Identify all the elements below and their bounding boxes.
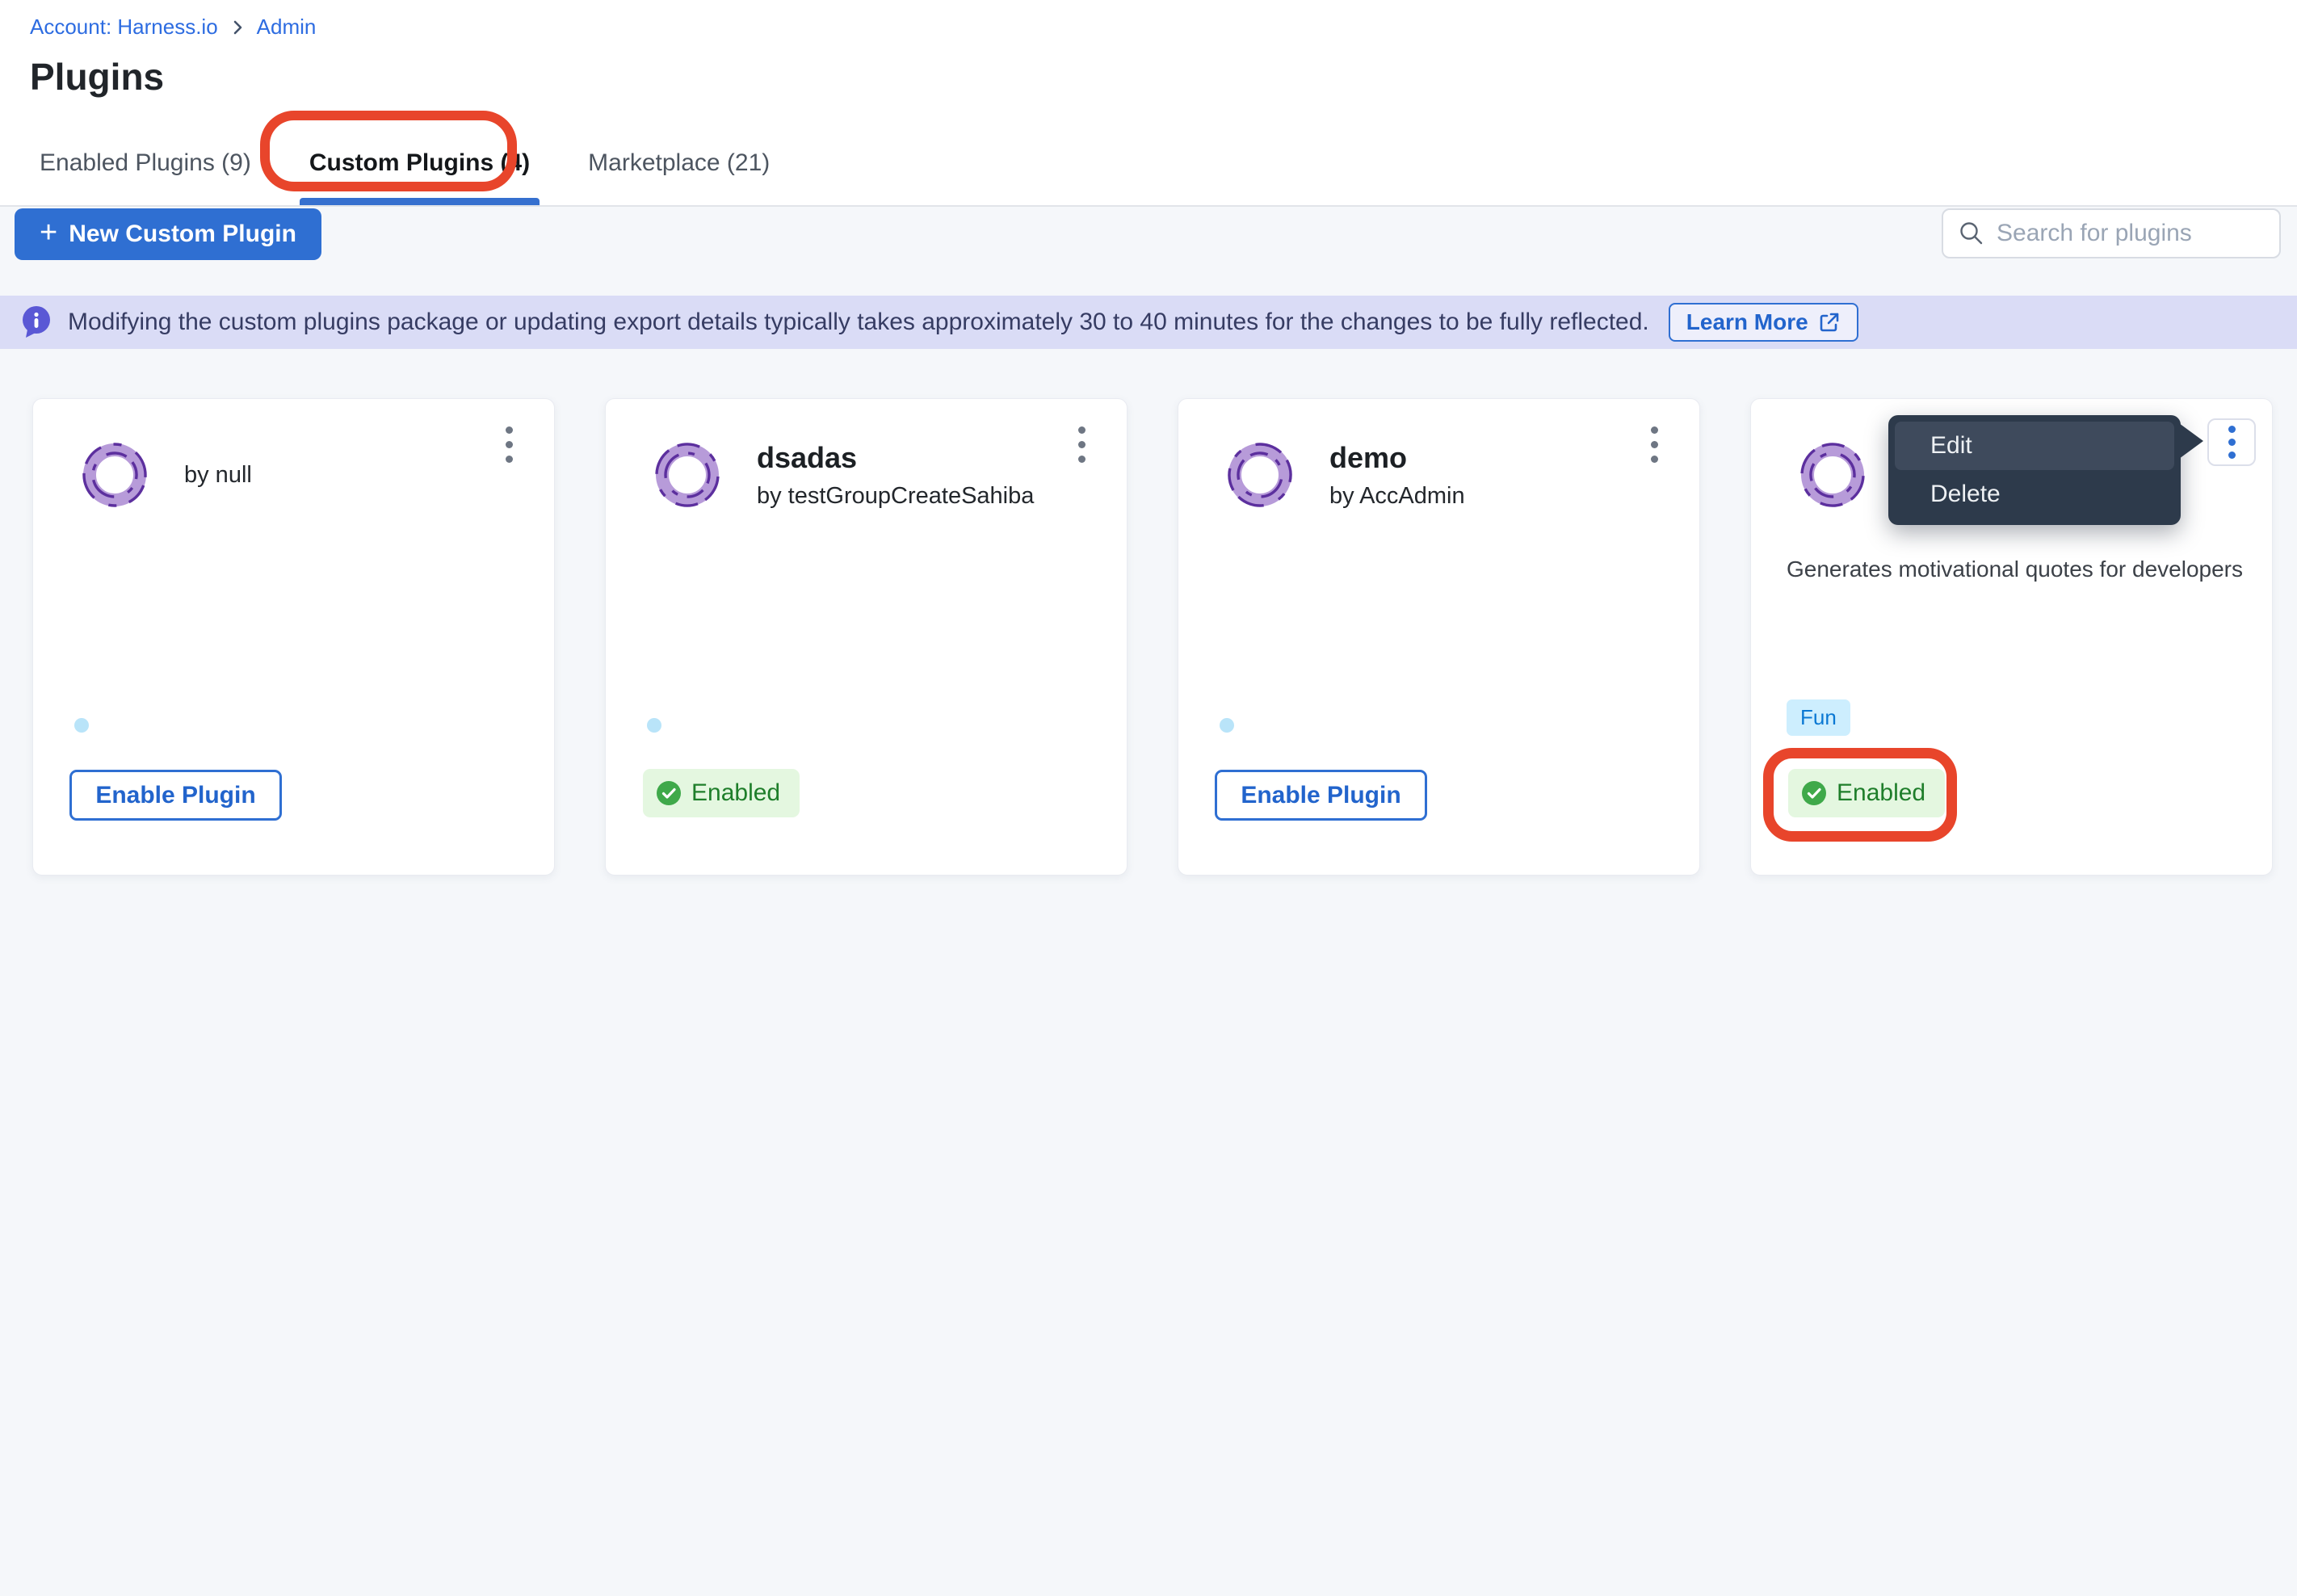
breadcrumb-account-link[interactable]: Account: Harness.io: [30, 15, 218, 40]
plugin-author: by testGroupCreateSahiba: [757, 483, 1034, 510]
plugin-logo-icon: [650, 438, 724, 512]
breadcrumb-chevron-icon: [229, 19, 246, 36]
info-banner: Modifying the custom plugins package or …: [0, 296, 2297, 349]
plugin-logo-icon: [1223, 438, 1297, 512]
tab-marketplace-label: Marketplace (21): [588, 149, 770, 177]
learn-more-button[interactable]: Learn More: [1669, 303, 1858, 342]
context-menu-edit[interactable]: Edit: [1895, 422, 2174, 470]
learn-more-label: Learn More: [1686, 309, 1808, 335]
plugin-title: demo: [1329, 441, 1465, 475]
fun-tag: Fun: [1787, 699, 1850, 736]
tab-enabled-plugins-label: Enabled Plugins (9): [40, 149, 251, 177]
active-tab-underline: [300, 198, 540, 205]
header-divider: [0, 205, 2297, 207]
enabled-status-label: Enabled: [691, 779, 780, 807]
new-custom-plugin-label: New Custom Plugin: [69, 220, 296, 248]
plugin-card-grid: by null Enable Plugin dsadas by testGrou…: [32, 398, 2273, 876]
tag-dot: [74, 718, 89, 733]
card-head: by null: [78, 438, 252, 512]
enabled-status-badge: Enabled: [1788, 769, 1945, 817]
tab-bar: Enabled Plugins (9) Custom Plugins (4) M…: [30, 121, 779, 205]
new-custom-plugin-button[interactable]: + New Custom Plugin: [15, 208, 321, 260]
info-icon: [19, 304, 53, 340]
search-box: [1942, 208, 2281, 258]
kebab-menu-button-active[interactable]: [2207, 418, 2256, 466]
card-head: [1795, 438, 1870, 512]
card-head: demo by AccAdmin: [1223, 438, 1465, 512]
plus-icon: +: [40, 217, 57, 248]
context-menu-arrow: [2179, 423, 2203, 459]
enabled-status-label: Enabled: [1837, 779, 1925, 807]
plugin-card-motivational: Generates motivational quotes for develo…: [1750, 398, 2273, 876]
tag-dot: [647, 718, 661, 733]
enable-plugin-button[interactable]: Enable Plugin: [69, 770, 282, 821]
banner-message: Modifying the custom plugins package or …: [68, 309, 1649, 336]
tab-enabled-plugins[interactable]: Enabled Plugins (9): [30, 121, 261, 205]
plugin-logo-icon: [1795, 438, 1870, 512]
plugin-card-demo: demo by AccAdmin Enable Plugin: [1178, 398, 1700, 876]
context-menu-delete[interactable]: Delete: [1895, 470, 2174, 519]
enable-plugin-button[interactable]: Enable Plugin: [1215, 770, 1427, 821]
enabled-status-badge: Enabled: [643, 769, 800, 817]
check-circle-icon: [656, 780, 682, 806]
card-head: dsadas by testGroupCreateSahiba: [650, 438, 1034, 512]
check-circle-icon: [1801, 780, 1827, 806]
tab-marketplace[interactable]: Marketplace (21): [578, 121, 779, 205]
plugin-author: by null: [184, 462, 252, 489]
search-input[interactable]: [1997, 220, 2297, 247]
plugin-title: dsadas: [757, 441, 1034, 475]
plugin-card-null: by null Enable Plugin: [32, 398, 555, 876]
kebab-menu-button[interactable]: [1073, 422, 1090, 468]
plugin-author: by AccAdmin: [1329, 483, 1465, 510]
plugin-description: Generates motivational quotes for develo…: [1787, 554, 2243, 585]
plugin-logo-icon: [78, 438, 152, 512]
breadcrumb: Account: Harness.io Admin: [30, 15, 316, 40]
kebab-menu-button[interactable]: [1646, 422, 1663, 468]
external-link-icon: [1818, 311, 1841, 334]
tab-custom-plugins[interactable]: Custom Plugins (4): [300, 121, 540, 205]
page-title: Plugins: [30, 55, 164, 99]
search-icon: [1958, 220, 1985, 247]
plugin-card-dsadas: dsadas by testGroupCreateSahiba Enabled: [605, 398, 1128, 876]
breadcrumb-admin-link[interactable]: Admin: [257, 15, 317, 40]
plugins-page: Account: Harness.io Admin Plugins Enable…: [0, 0, 2297, 1596]
tab-custom-plugins-label: Custom Plugins (4): [309, 149, 530, 177]
context-menu: Edit Delete: [1888, 415, 2181, 525]
kebab-menu-button[interactable]: [501, 422, 518, 468]
tag-dot: [1220, 718, 1234, 733]
